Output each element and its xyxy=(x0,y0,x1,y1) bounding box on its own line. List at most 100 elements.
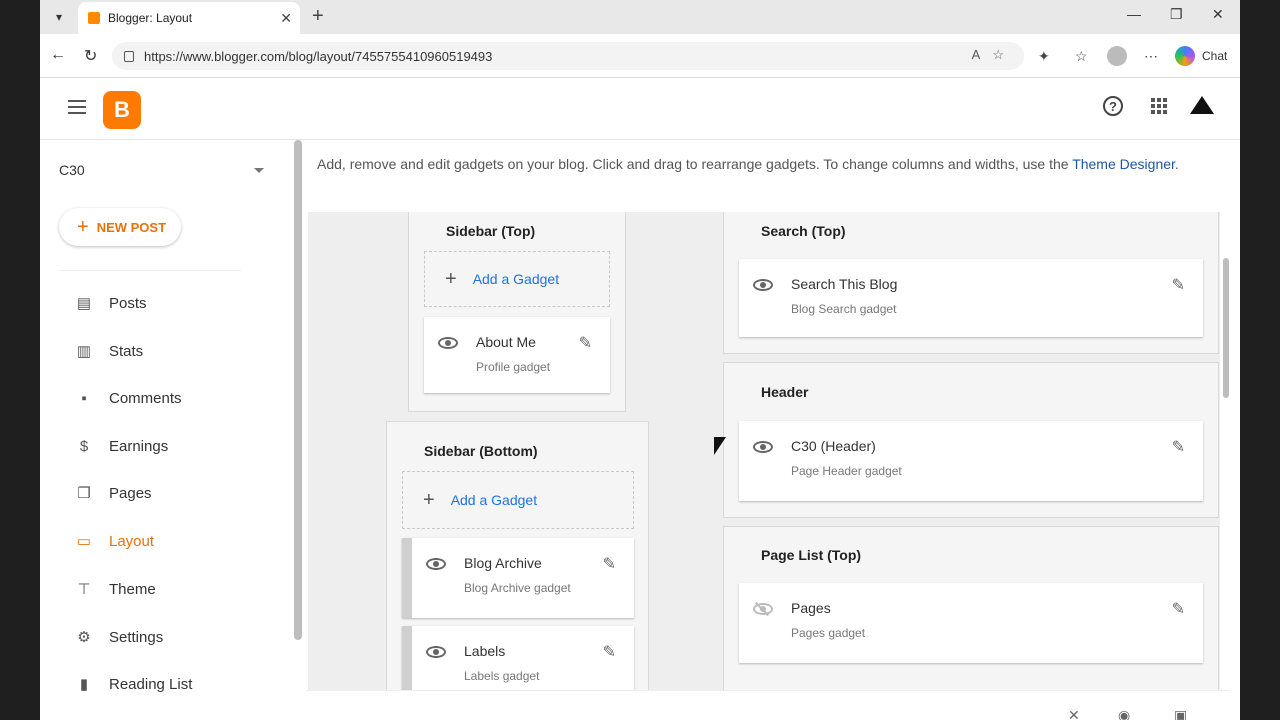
gadget-search-this-blog[interactable]: Search This Blog Blog Search gadget ✎ xyxy=(739,259,1203,337)
new-tab-icon[interactable]: + xyxy=(312,5,324,28)
close-icon[interactable]: ✕ xyxy=(1068,707,1080,720)
sidebar-item-label: Comments xyxy=(109,389,182,407)
eye-icon[interactable] xyxy=(426,558,446,570)
layout-canvas: Sidebar (Top) + Add a Gadget About Me Pr… xyxy=(308,212,1220,690)
bookmark-icon: ▮ xyxy=(79,676,89,693)
canvas-scrollbar[interactable] xyxy=(1222,212,1230,690)
add-gadget-button[interactable]: + Add a Gadget xyxy=(424,251,610,307)
preview-eye-icon[interactable]: ◉ xyxy=(1118,707,1130,720)
section-page-list-top: Page List (Top) Pages Pages gadget ✎ xyxy=(723,526,1219,690)
url-field[interactable]: https://www.blogger.com/blog/layout/7455… xyxy=(112,42,1024,70)
sidebar-divider xyxy=(59,270,241,271)
blog-selector[interactable]: C30 xyxy=(59,162,85,178)
minimize-icon[interactable]: — xyxy=(1127,6,1141,22)
theme-designer-link[interactable]: Theme Designer xyxy=(1072,156,1175,172)
sidebar-item-theme[interactable]: ⊤ Theme xyxy=(40,569,296,609)
sidebar-scrollbar[interactable] xyxy=(294,140,302,640)
edit-pencil-icon[interactable]: ✎ xyxy=(1172,275,1185,295)
add-gadget-label: Add a Gadget xyxy=(472,271,560,287)
section-title: Search (Top) xyxy=(761,223,846,239)
layout-content: Add, remove and edit gadgets on your blo… xyxy=(306,140,1230,720)
edit-pencil-icon[interactable]: ✎ xyxy=(579,333,592,353)
sidebar-item-reading-list[interactable]: ▮ Reading List xyxy=(40,664,296,704)
sidebar-item-earnings[interactable]: $ Earnings xyxy=(40,426,296,466)
favorites-icon[interactable]: ☆ xyxy=(1075,48,1088,65)
eye-icon[interactable] xyxy=(426,646,446,658)
gear-icon: ⚙ xyxy=(77,629,91,646)
chat-label[interactable]: Chat xyxy=(1202,49,1227,63)
plus-icon: + xyxy=(77,215,89,238)
gadget-c30-header[interactable]: C30 (Header) Page Header gadget ✎ xyxy=(739,421,1203,501)
back-icon[interactable]: ← xyxy=(50,46,66,64)
section-sidebar-top: Sidebar (Top) + Add a Gadget About Me Pr… xyxy=(408,212,626,412)
save-icon[interactable]: ▣ xyxy=(1174,707,1187,720)
sidebar-item-settings[interactable]: ⚙ Settings xyxy=(40,617,296,657)
description-text: Add, remove and edit gadgets on your blo… xyxy=(317,156,1073,172)
restore-icon[interactable]: ❐ xyxy=(1170,6,1183,23)
gadget-pages[interactable]: Pages Pages gadget ✎ xyxy=(739,583,1203,663)
tab-bar: ▾ Blogger: Layout ✕ + — ❐ ✕ xyxy=(40,0,1240,34)
edit-pencil-icon[interactable]: ✎ xyxy=(603,554,616,574)
more-icon[interactable]: ⋯ xyxy=(1144,48,1158,65)
new-post-button[interactable]: + NEW POST xyxy=(59,208,181,246)
sidebar-item-label: Theme xyxy=(109,580,156,598)
extensions-icon[interactable]: ✦ xyxy=(1038,48,1050,65)
plus-icon: + xyxy=(445,267,457,290)
new-post-label: NEW POST xyxy=(96,219,167,235)
sidebar-item-layout[interactable]: ▭ Layout xyxy=(40,521,296,561)
plus-icon: + xyxy=(423,488,435,511)
section-header: Header C30 (Header) Page Header gadget ✎ xyxy=(723,362,1219,518)
gadget-about-me[interactable]: About Me Profile gadget ✎ xyxy=(424,317,610,393)
tab-title: Blogger: Layout xyxy=(108,11,193,25)
tab-close-icon[interactable]: ✕ xyxy=(280,10,292,27)
section-title: Header xyxy=(761,384,809,400)
stats-icon: ▥ xyxy=(76,343,92,360)
gadget-name: Pages xyxy=(791,600,831,616)
edit-pencil-icon[interactable]: ✎ xyxy=(603,642,616,662)
url-action-icons[interactable]: A☆ xyxy=(972,47,1016,63)
section-title: Page List (Top) xyxy=(761,547,862,563)
copilot-icon[interactable] xyxy=(1175,46,1195,66)
left-sidebar: C30 + NEW POST ▤ Posts ▥ Stats ▪ Comment… xyxy=(40,140,296,720)
scrollbar-thumb[interactable] xyxy=(1223,258,1229,398)
help-icon[interactable]: ? xyxy=(1103,96,1123,116)
sidebar-item-stats[interactable]: ▥ Stats xyxy=(40,331,296,371)
gadget-name: Blog Archive xyxy=(464,555,542,571)
apps-grid-icon[interactable] xyxy=(1151,98,1167,114)
gadget-type: Page Header gadget xyxy=(791,464,902,478)
add-gadget-label: Add a Gadget xyxy=(450,492,538,508)
eye-icon[interactable] xyxy=(438,337,458,349)
menu-icon[interactable] xyxy=(68,100,86,114)
gadget-type: Blog Search gadget xyxy=(791,302,897,316)
gadget-blog-archive[interactable]: Blog Archive Blog Archive gadget ✎ xyxy=(402,538,634,618)
eye-off-icon[interactable] xyxy=(753,603,773,615)
section-title: Sidebar (Top) xyxy=(446,223,536,239)
pages-icon: ❐ xyxy=(77,485,91,502)
gadget-type: Profile gadget xyxy=(476,360,551,374)
blogger-logo[interactable]: B xyxy=(103,91,141,129)
layout-description: Add, remove and edit gadgets on your blo… xyxy=(317,152,1197,176)
dollar-icon: $ xyxy=(79,437,89,455)
add-gadget-button[interactable]: + Add a Gadget xyxy=(402,471,634,529)
edit-pencil-icon[interactable]: ✎ xyxy=(1172,437,1185,457)
gadget-name: C30 (Header) xyxy=(791,438,876,454)
account-icon[interactable] xyxy=(1190,96,1214,114)
section-search-top: Search (Top) Search This Blog Blog Searc… xyxy=(723,212,1219,354)
close-window-icon[interactable]: ✕ xyxy=(1212,6,1224,23)
sidebar-item-pages[interactable]: ❐ Pages xyxy=(40,473,296,513)
eye-icon[interactable] xyxy=(753,279,773,291)
layout-icon: ▭ xyxy=(76,533,92,550)
reload-icon[interactable]: ↻ xyxy=(84,46,97,66)
blog-selector-caret-icon[interactable] xyxy=(254,168,264,173)
eye-icon[interactable] xyxy=(753,441,773,453)
tab-list-chevron-icon[interactable]: ▾ xyxy=(48,6,70,28)
browser-tab[interactable]: Blogger: Layout ✕ xyxy=(78,2,300,34)
gadget-labels[interactable]: Labels Labels gadget ✎ xyxy=(402,626,634,690)
gadget-type: Blog Archive gadget xyxy=(464,581,571,595)
paint-roller-icon: ⊤ xyxy=(77,581,91,598)
sidebar-item-comments[interactable]: ▪ Comments xyxy=(40,378,296,418)
gadget-name: About Me xyxy=(476,334,536,350)
profile-avatar[interactable] xyxy=(1107,46,1127,66)
sidebar-item-posts[interactable]: ▤ Posts xyxy=(40,283,296,323)
edit-pencil-icon[interactable]: ✎ xyxy=(1172,599,1185,619)
